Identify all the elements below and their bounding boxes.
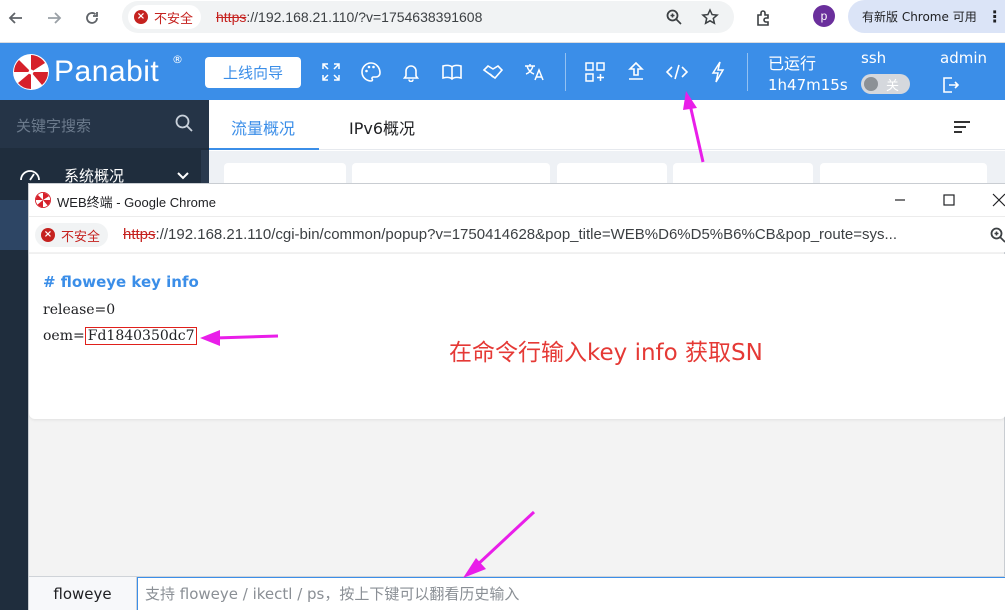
panabit-logo: Panabit ®	[12, 53, 183, 91]
tab-traffic-overview[interactable]: 流量概况	[231, 115, 295, 139]
page-url[interactable]: https://192.168.21.110/?v=1754638391608	[216, 9, 482, 25]
security-label: 不安全	[154, 11, 194, 27]
more-icon[interactable]: ⋮	[987, 7, 1003, 26]
sidebar-search-input[interactable]: 关键字搜索	[16, 115, 91, 136]
forward-icon[interactable]	[40, 4, 68, 32]
header-divider	[565, 53, 566, 91]
admin-username: admin	[940, 49, 987, 67]
annotation-text: 在命令行输入key info 获取SN	[449, 340, 763, 366]
popup-address-bar[interactable]: × 不安全 https://192.168.21.110/cgi-bin/com…	[29, 216, 1005, 252]
popup-titlebar[interactable]: WEB终端 - Google Chrome	[29, 184, 1005, 216]
security-chip[interactable]: × 不安全	[128, 5, 202, 29]
reload-icon[interactable]	[78, 4, 106, 32]
umbrella-logo-icon	[13, 54, 49, 90]
star-icon[interactable]	[698, 5, 722, 29]
header-divider	[747, 53, 748, 91]
palette-icon[interactable]	[359, 60, 383, 84]
not-secure-icon: ×	[41, 228, 55, 242]
zoom-icon[interactable]	[989, 226, 1005, 248]
web-terminal-window: WEB终端 - Google Chrome × 不安全 https://192.…	[28, 183, 1005, 610]
close-icon[interactable]	[989, 190, 1005, 210]
translate-icon[interactable]	[522, 60, 546, 84]
update-chrome-button[interactable]: 有新版 Chrome 可用 ⋮	[848, 0, 1005, 33]
browser-toolbar: × 不安全 https://192.168.21.110/?v=17546383…	[0, 0, 1005, 43]
serial-number-highlight: Fd1840350dc7	[84, 327, 198, 345]
minimize-icon[interactable]	[890, 190, 910, 210]
app-header: Panabit ® 上线向导 已运行 1h47m15s ssh admin	[0, 43, 1005, 100]
setup-wizard-button[interactable]: 上线向导	[205, 57, 301, 88]
zoom-icon[interactable]	[662, 5, 686, 29]
ssh-toggle[interactable]: 关	[861, 74, 910, 94]
ssh-toggle-label: 关	[886, 79, 900, 94]
fullscreen-icon[interactable]	[319, 60, 343, 84]
extensions-icon[interactable]	[750, 4, 778, 32]
active-tab-indicator	[209, 148, 319, 150]
command-prefix[interactable]: floweye	[29, 577, 137, 610]
sidebar-search[interactable]: 关键字搜索	[0, 100, 209, 148]
search-icon[interactable]	[174, 113, 194, 137]
popup-security-chip[interactable]: × 不安全	[35, 223, 109, 247]
logout-icon[interactable]	[938, 73, 962, 97]
panabit-favicon-icon	[35, 192, 51, 212]
apps-add-icon[interactable]	[583, 60, 607, 84]
back-icon[interactable]	[2, 4, 30, 32]
output-release-line: release=0	[43, 302, 116, 318]
address-bar[interactable]: × 不安全 https://192.168.21.110/?v=17546383…	[122, 1, 734, 33]
uptime-label: 已运行	[768, 54, 817, 73]
bolt-icon[interactable]	[706, 60, 730, 84]
not-secure-icon: ×	[134, 10, 148, 24]
code-icon[interactable]	[665, 60, 689, 84]
maximize-icon[interactable]	[939, 190, 959, 210]
command-bar: floweye	[29, 576, 1005, 610]
book-icon[interactable]	[440, 60, 464, 84]
popup-url[interactable]: https://192.168.21.110/cgi-bin/common/po…	[123, 226, 897, 243]
tab-ipv6-overview[interactable]: IPv6概况	[349, 115, 415, 139]
upload-icon[interactable]	[624, 60, 648, 84]
bell-icon[interactable]	[399, 60, 423, 84]
toggle-knob	[864, 77, 878, 91]
ssh-label: ssh	[861, 49, 887, 67]
command-title: # floweye key info	[43, 273, 199, 291]
popup-security-label: 不安全	[61, 229, 101, 245]
popup-title: WEB终端 - Google Chrome	[57, 195, 216, 210]
handshake-icon[interactable]	[481, 60, 505, 84]
uptime-value: 1h47m15s	[768, 76, 848, 94]
tab-bar: 流量概况 IPv6概况	[209, 100, 1005, 150]
command-input[interactable]	[137, 577, 1005, 610]
terminal-output: # floweye key info release=0 oem= Fd18403…	[29, 254, 1005, 419]
update-label: 有新版 Chrome 可用	[862, 10, 977, 24]
logo-text: Panabit	[54, 55, 160, 88]
sidebar-active-marker	[0, 200, 28, 250]
profile-avatar[interactable]: p	[813, 5, 835, 27]
menu-lines-icon[interactable]	[953, 119, 971, 138]
registered-mark: ®	[172, 53, 183, 66]
output-oem-line: oem= Fd1840350dc7	[43, 327, 198, 345]
